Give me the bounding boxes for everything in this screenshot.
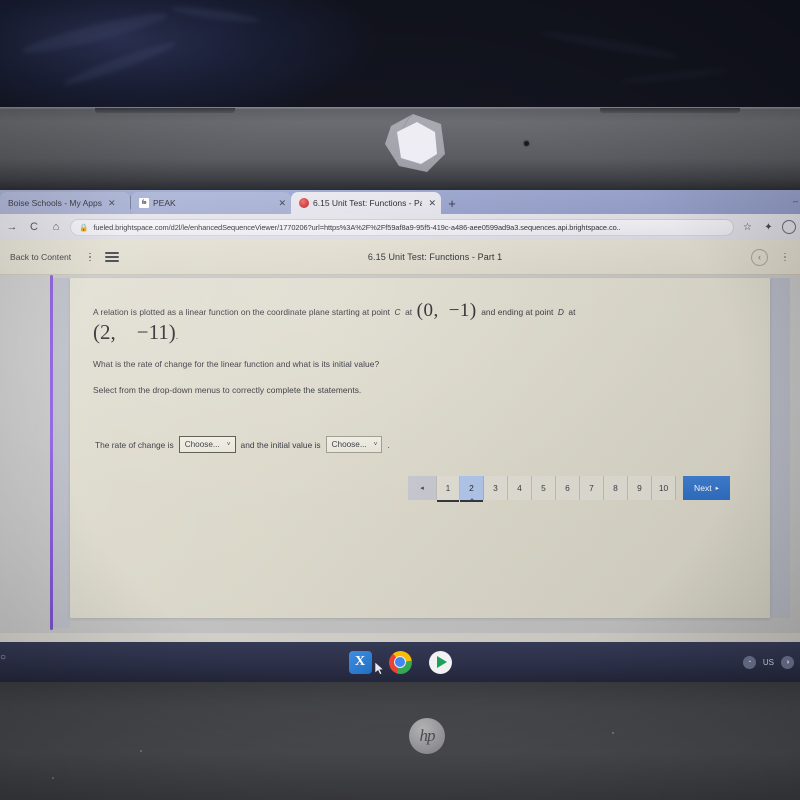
question-stem: A relation is plotted as a linear functi… xyxy=(93,300,718,322)
system-tray[interactable]: ◔ US ◑ xyxy=(742,642,794,682)
shelf-play-store-icon[interactable] xyxy=(428,650,452,674)
tab-title: 6.15 Unit Test: Functions - Part 1 xyxy=(313,198,423,208)
initial-value-dropdown[interactable]: Choose... ˅ xyxy=(325,436,383,453)
reload-icon[interactable]: C xyxy=(26,219,42,235)
launcher-button[interactable]: ○ xyxy=(0,652,6,663)
header-right-more-icon[interactable] xyxy=(780,252,790,262)
previous-question-button[interactable]: ◂ xyxy=(408,476,436,500)
stem-period: . xyxy=(175,332,178,341)
webcam-icon xyxy=(524,141,529,146)
page-number-5[interactable]: 5 xyxy=(532,476,556,500)
page-number-1[interactable]: 1 xyxy=(436,476,460,502)
bookmark-star-icon[interactable]: ☆ xyxy=(740,222,755,233)
coordinate-d: (2, −11). xyxy=(93,320,178,345)
hamburger-menu-icon[interactable] xyxy=(105,251,120,263)
page-number-4[interactable]: 4 xyxy=(508,476,532,500)
chevron-down-icon: ˅ xyxy=(226,441,231,448)
question-prompt: What is the rate of change for the linea… xyxy=(93,359,380,369)
question-stem-part1: A relation is plotted as a linear functi… xyxy=(93,307,391,318)
course-page-header: Back to Content 6.15 Unit Test: Function… xyxy=(0,240,800,275)
answer-statement-row: The rate of change is Choose... ˅ and th… xyxy=(95,436,390,453)
browser-tab-boise-schools[interactable]: Boise Schools - My Apps ✕ xyxy=(0,192,130,214)
page-number-6[interactable]: 6 xyxy=(556,476,580,500)
question-paper: A relation is plotted as a linear functi… xyxy=(70,278,770,618)
lock-icon: 🔒 xyxy=(79,222,89,232)
browser-toolbar: → C ⌂ 🔒 fueled.brightspace.com/d2l/le/en… xyxy=(0,214,800,240)
page-number-list: 1 2 3 4 5 6 7 8 9 10 xyxy=(436,476,676,502)
tape-scrap xyxy=(385,114,446,173)
window-minimize-icon[interactable]: – xyxy=(793,196,798,206)
point-d-label: D xyxy=(557,307,564,318)
shelf-chrome-icon[interactable] xyxy=(388,650,412,674)
extensions-icon[interactable]: ✦ xyxy=(761,222,776,233)
browser-tab-strip: Boise Schools - My Apps ✕ fo PEAK ✕ 6.15… xyxy=(0,190,800,214)
at-word-2: at xyxy=(568,307,576,318)
page-number-2[interactable]: 2 xyxy=(460,476,484,502)
browser-tab-peak[interactable]: fo PEAK ✕ xyxy=(131,192,291,214)
home-icon[interactable]: ⌂ xyxy=(48,219,64,235)
rate-of-change-dropdown-value: Choose... xyxy=(184,440,220,449)
tab-title: Boise Schools - My Apps xyxy=(8,198,103,208)
tab-title: PEAK xyxy=(153,198,176,208)
brightspace-favicon-icon xyxy=(299,198,309,208)
collapse-panel-chevron-icon[interactable]: ‹ xyxy=(751,248,768,266)
next-button-label: Next xyxy=(694,483,712,493)
laptop-screen: Boise Schools - My Apps ✕ fo PEAK ✕ 6.15… xyxy=(0,190,800,642)
profile-avatar[interactable] xyxy=(782,220,796,234)
browser-tab-unit-test[interactable]: 6.15 Unit Test: Functions - Part 1 ✕ xyxy=(291,192,441,214)
forward-arrow-icon[interactable]: → xyxy=(4,219,20,235)
tab-close-icon[interactable]: ✕ xyxy=(108,198,116,209)
peak-favicon-icon: fo xyxy=(139,198,149,208)
tab-close-icon[interactable]: ✕ xyxy=(428,198,436,209)
question-stem-part2: and ending at point xyxy=(481,307,554,318)
page-number-8[interactable]: 8 xyxy=(604,476,628,500)
tab-close-icon[interactable]: ✕ xyxy=(278,198,286,209)
new-tab-button[interactable]: + xyxy=(441,192,463,214)
answer-trailing-text: . xyxy=(387,439,390,450)
mouse-cursor xyxy=(375,662,384,675)
address-bar[interactable]: 🔒 fueled.brightspace.com/d2l/le/enhanced… xyxy=(70,218,734,236)
at-word-1: at xyxy=(405,307,413,318)
chevron-down-icon: ˅ xyxy=(373,441,378,448)
hp-logo: hp xyxy=(409,718,445,754)
page-number-10[interactable]: 10 xyxy=(652,476,676,500)
page-number-9[interactable]: 9 xyxy=(628,476,652,500)
shelf-app-x-icon[interactable]: X xyxy=(348,650,372,674)
battery-icon[interactable]: ◑ xyxy=(781,655,794,669)
question-pagination: ◂ 1 2 3 4 5 6 7 8 9 10 Next ▸ xyxy=(408,476,730,502)
back-to-content-link[interactable]: Back to Content xyxy=(10,252,71,262)
header-more-options-icon[interactable] xyxy=(85,252,95,262)
keyboard-layout-indicator[interactable]: US xyxy=(763,658,774,667)
answer-lead-text: The rate of change is xyxy=(95,439,174,450)
vertical-scrollbar[interactable] xyxy=(770,278,790,618)
laptop-bottom-bezel xyxy=(0,682,800,800)
page-title: 6.15 Unit Test: Functions - Part 1 xyxy=(367,252,503,262)
address-bar-url: fueled.brightspace.com/d2l/le/enhancedSe… xyxy=(93,222,621,232)
next-arrow-icon: ▸ xyxy=(715,485,719,492)
left-gutter xyxy=(53,278,70,628)
page-number-3[interactable]: 3 xyxy=(484,476,508,500)
laptop-photo-scene: Boise Schools - My Apps ✕ fo PEAK ✕ 6.15… xyxy=(0,0,800,800)
answer-middle-text: and the initial value is xyxy=(240,439,321,450)
tray-status-icon[interactable]: ◔ xyxy=(742,655,756,669)
chromeos-shelf: ○ X ◔ US ◑ xyxy=(0,642,800,682)
question-instruction: Select from the drop-down menus to corre… xyxy=(93,385,362,395)
point-c-label: C xyxy=(394,307,401,318)
fabric-backdrop xyxy=(0,0,800,120)
rate-of-change-dropdown[interactable]: Choose... ˅ xyxy=(178,436,236,453)
quiz-content-region: A relation is plotted as a linear functi… xyxy=(0,275,800,633)
page-number-7[interactable]: 7 xyxy=(580,476,604,500)
next-question-button[interactable]: Next ▸ xyxy=(683,476,730,500)
initial-value-dropdown-value: Choose... xyxy=(331,440,367,449)
coordinate-c: (0, −1) xyxy=(416,300,477,321)
coordinate-d-value: (2, −11) xyxy=(93,320,176,344)
